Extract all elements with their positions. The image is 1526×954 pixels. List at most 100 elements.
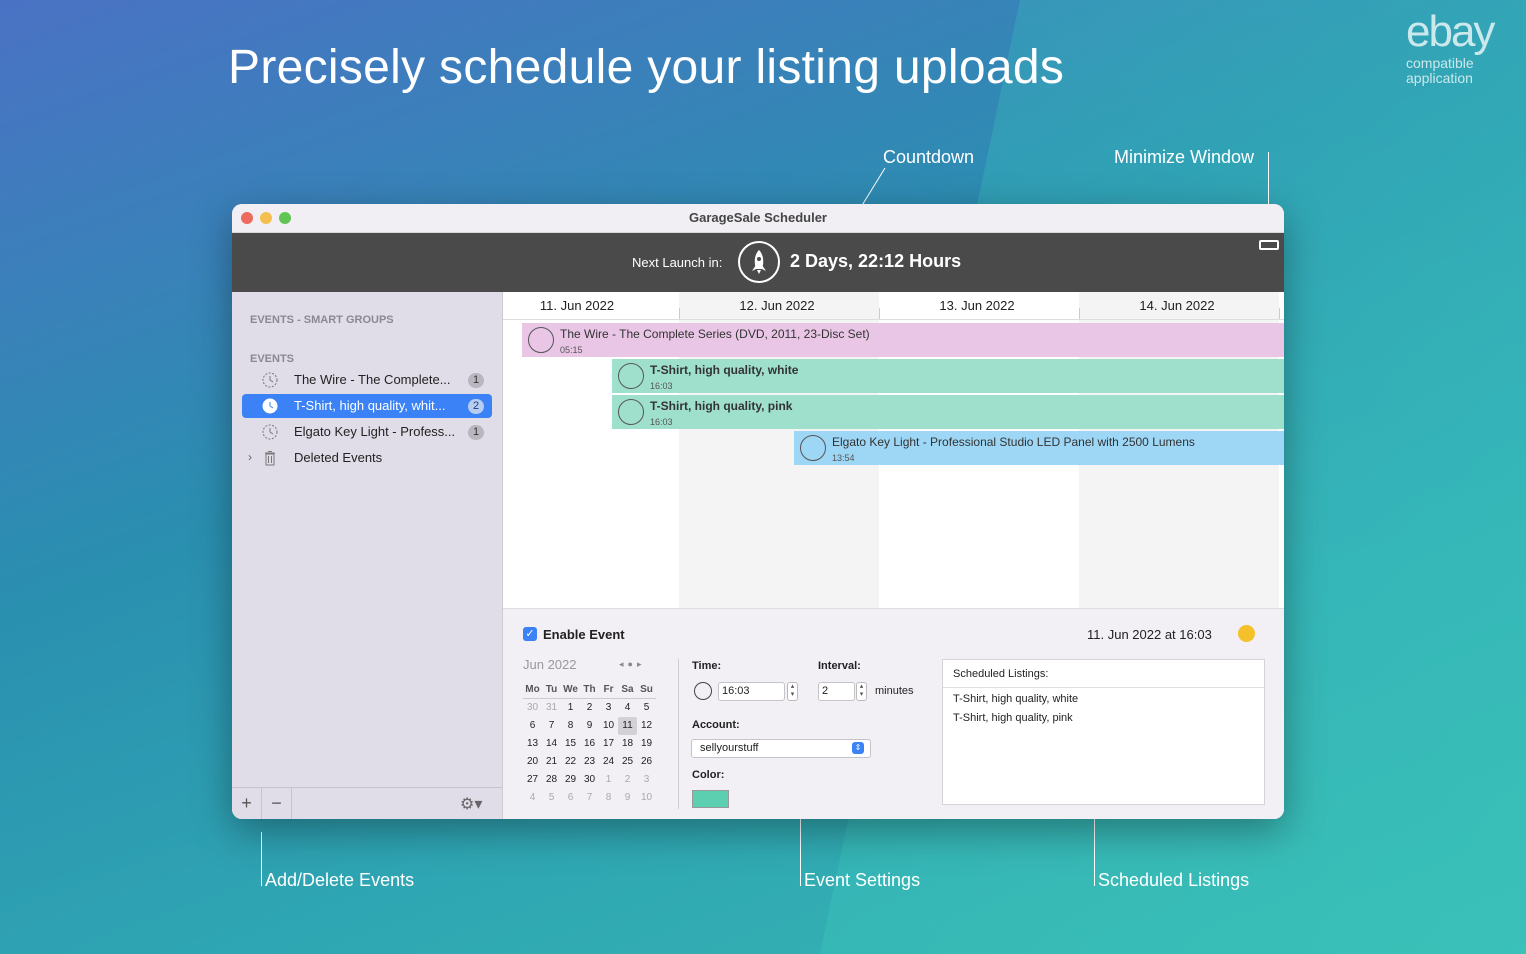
calendar-day[interactable]: 9	[580, 717, 599, 735]
enable-event-checkbox[interactable]: ✓	[523, 627, 537, 641]
next-launch-label: Next Launch in:	[632, 255, 723, 270]
calendar-day[interactable]: 8	[561, 717, 580, 735]
event-title: Elgato Key Light - Professional Studio L…	[832, 435, 1195, 449]
calendar-day[interactable]: 28	[542, 771, 561, 789]
clock-icon	[528, 327, 554, 353]
calendar-day[interactable]: 3	[599, 699, 618, 717]
interval-input[interactable]: 2	[818, 682, 855, 701]
chevron-updown-icon[interactable]: ⇕	[852, 742, 864, 754]
remove-event-button[interactable]: −	[262, 788, 292, 819]
calendar-day[interactable]: 2	[618, 771, 637, 789]
calendar-day[interactable]: 5	[637, 699, 656, 717]
calendar-day[interactable]: 17	[599, 735, 618, 753]
calendar-weekday-row: Mo Tu We Th Fr Sa Su	[523, 681, 663, 699]
time-input[interactable]: 16:03	[718, 682, 785, 701]
calendar-day[interactable]: 1	[599, 771, 618, 789]
calendar-day[interactable]: 9	[618, 789, 637, 807]
event-time: 16:03	[650, 417, 673, 427]
minimize-window-button[interactable]	[260, 212, 272, 224]
close-window-button[interactable]	[241, 212, 253, 224]
trash-icon	[265, 451, 275, 466]
calendar-day[interactable]: 13	[523, 735, 542, 753]
calendar-day[interactable]: 4	[618, 699, 637, 717]
event-bar-t-shirt-white[interactable]: T-Shirt, high quality, white 16:03	[612, 359, 1284, 393]
calendar-day[interactable]: 25	[618, 753, 637, 771]
sidebar-item-label: T-Shirt, high quality, whit...	[294, 398, 446, 413]
calendar-day[interactable]: 21	[542, 753, 561, 771]
weekday-label: Fr	[599, 681, 618, 699]
weekday-label: We	[561, 681, 580, 699]
calendar-day[interactable]: 31	[542, 699, 561, 717]
sidebar-item-t-shirt[interactable]: T-Shirt, high quality, whit... 2	[242, 394, 492, 418]
calendar-day[interactable]: 1	[561, 699, 580, 717]
calendar-day-selected[interactable]: 11	[618, 717, 637, 735]
time-label: Time:	[692, 660, 722, 672]
calendar-day[interactable]: 15	[561, 735, 580, 753]
callout-event-settings: Event Settings	[804, 870, 921, 890]
calendar-day[interactable]: 30	[580, 771, 599, 789]
event-bar-elgato[interactable]: Elgato Key Light - Professional Studio L…	[794, 431, 1284, 465]
callout-add-delete: Add/Delete Events	[265, 870, 415, 890]
zoom-window-button[interactable]	[279, 212, 291, 224]
calendar-day[interactable]: 12	[637, 717, 656, 735]
calendar-day[interactable]: 23	[580, 753, 599, 771]
weekday-label: Su	[637, 681, 656, 699]
interval-stepper[interactable]: ▴ ▾	[856, 682, 867, 701]
calendar-day[interactable]: 6	[561, 789, 580, 807]
scheduled-listings-panel: Scheduled Listings: T-Shirt, high qualit…	[942, 659, 1265, 805]
weekday-label: Mo	[523, 681, 542, 699]
event-title: T-Shirt, high quality, pink	[650, 399, 793, 413]
calendar-day[interactable]: 30	[523, 699, 542, 717]
clock-icon	[262, 398, 278, 414]
calendar-day[interactable]: 26	[637, 753, 656, 771]
calendar-week-row: 4 5 6 7 8 9 10	[523, 789, 663, 807]
event-time: 13:54	[832, 453, 855, 463]
event-bar-t-shirt-pink[interactable]: T-Shirt, high quality, pink 16:03	[612, 395, 1284, 429]
calendar-nav-icon[interactable]: ◂●▸	[619, 659, 645, 670]
page-headline: Precisely schedule your listing uploads	[228, 41, 1065, 94]
event-bar-the-wire[interactable]: The Wire - The Complete Series (DVD, 201…	[522, 323, 1284, 357]
gear-icon[interactable]: ⚙︎▾	[460, 794, 492, 813]
calendar-day[interactable]: 10	[599, 717, 618, 735]
add-event-button[interactable]: +	[232, 788, 262, 819]
calendar-day[interactable]: 18	[618, 735, 637, 753]
callout-scheduled-listings: Scheduled Listings	[1098, 870, 1250, 890]
calendar-day[interactable]: 2	[580, 699, 599, 717]
weekday-label: Tu	[542, 681, 561, 699]
minimize-countdown-button[interactable]	[1259, 240, 1279, 250]
calendar-day[interactable]: 20	[523, 753, 542, 771]
calendar-day[interactable]: 16	[580, 735, 599, 753]
clock-icon	[800, 435, 826, 461]
interval-label: Interval:	[818, 660, 861, 672]
chevron-right-icon[interactable]: ›	[248, 450, 252, 464]
color-swatch[interactable]	[692, 790, 729, 808]
sidebar-item-label: Deleted Events	[294, 450, 383, 465]
calendar-day[interactable]: 6	[523, 717, 542, 735]
calendar-day[interactable]: 5	[542, 789, 561, 807]
list-item[interactable]: T-Shirt, high quality, pink	[953, 712, 1073, 724]
count-badge: 2	[468, 399, 484, 414]
calendar-day[interactable]: 22	[561, 753, 580, 771]
sidebar-item-elgato[interactable]: Elgato Key Light - Profess... 1	[242, 420, 492, 444]
calendar-day[interactable]: 10	[637, 789, 656, 807]
calendar-day[interactable]: 27	[523, 771, 542, 789]
list-item[interactable]: T-Shirt, high quality, white	[953, 693, 1078, 705]
account-select[interactable]: sellyourstuff	[691, 739, 871, 758]
sidebar-item-deleted-events[interactable]: › Deleted Events	[242, 446, 492, 470]
time-stepper[interactable]: ▴ ▾	[787, 682, 798, 701]
calendar-day[interactable]: 14	[542, 735, 561, 753]
calendar-day[interactable]: 3	[637, 771, 656, 789]
calendar-day[interactable]: 7	[542, 717, 561, 735]
calendar-day[interactable]: 7	[580, 789, 599, 807]
day-label: 13. Jun 2022	[939, 298, 1015, 313]
calendar-day[interactable]: 19	[637, 735, 656, 753]
calendar-week-row: 27 28 29 30 1 2 3	[523, 771, 663, 789]
callout-countdown: Countdown	[883, 147, 975, 167]
sidebar-item-the-wire[interactable]: The Wire - The Complete... 1	[242, 368, 492, 392]
event-title: T-Shirt, high quality, white	[650, 363, 799, 377]
account-label: Account:	[692, 719, 740, 731]
calendar-day[interactable]: 24	[599, 753, 618, 771]
calendar-day[interactable]: 29	[561, 771, 580, 789]
calendar-day[interactable]: 4	[523, 789, 542, 807]
calendar-day[interactable]: 8	[599, 789, 618, 807]
